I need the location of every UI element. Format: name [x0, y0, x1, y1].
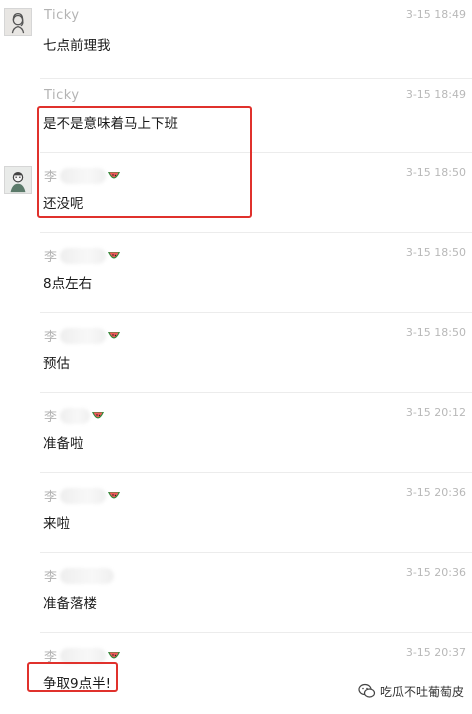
- timestamp: 3-15 20:36: [405, 566, 466, 579]
- divider: [40, 78, 472, 79]
- blurred-name: [59, 328, 106, 344]
- watermelon-icon: [107, 331, 121, 347]
- chat-message: 李 3-15 20:12 准备啦: [0, 392, 472, 472]
- sender-name: 李: [44, 326, 121, 347]
- sender-name: 李: [44, 406, 105, 427]
- message-text: 预估: [43, 356, 70, 372]
- divider: [40, 472, 472, 473]
- sender-name: 李: [44, 246, 121, 267]
- blurred-name: [59, 488, 106, 504]
- highlight-box: [37, 106, 252, 218]
- avatar[interactable]: [4, 166, 32, 194]
- male-avatar-icon: [5, 167, 31, 193]
- watermelon-icon: [91, 411, 105, 427]
- message-text: 七点前理我: [43, 38, 111, 54]
- timestamp: 3-15 18:50: [405, 166, 466, 179]
- timestamp: 3-15 18:50: [405, 326, 466, 339]
- message-text: 准备啦: [43, 436, 84, 452]
- watermelon-icon: [107, 491, 121, 507]
- chat-message: 李 3-15 18:50 预估: [0, 312, 472, 392]
- timestamp: 3-15 20:36: [405, 486, 466, 499]
- timestamp: 3-15 18:50: [405, 246, 466, 259]
- avatar[interactable]: [4, 8, 32, 36]
- watermark-text: 吃瓜不吐葡萄皮: [379, 684, 464, 699]
- watermark: 吃瓜不吐葡萄皮: [358, 682, 464, 700]
- divider: [40, 232, 472, 233]
- timestamp: 3-15 18:49: [405, 88, 466, 101]
- message-text: 来啦: [43, 516, 70, 532]
- watermelon-icon: [107, 251, 121, 267]
- chat-message: 李 3-15 20:36 来啦: [0, 472, 472, 552]
- divider: [40, 312, 472, 313]
- divider: [40, 632, 472, 633]
- blurred-name: [59, 408, 90, 424]
- chat-message: 李 3-15 18:50 8点左右: [0, 232, 472, 312]
- timestamp: 3-15 20:37: [405, 646, 466, 659]
- chat-message: 李 3-15 20:36 准备落楼: [0, 552, 472, 632]
- timestamp: 3-15 18:49: [405, 8, 466, 21]
- divider: [40, 392, 472, 393]
- female-avatar-icon: [5, 9, 31, 35]
- blurred-name: [59, 568, 114, 584]
- highlight-box: [27, 662, 118, 692]
- blurred-name: [59, 248, 106, 264]
- sender-name: Ticky: [44, 88, 80, 103]
- chat-message: Ticky 3-15 18:49 七点前理我: [0, 0, 472, 78]
- sender-name: 李: [44, 566, 114, 585]
- timestamp: 3-15 20:12: [405, 406, 466, 419]
- divider: [40, 552, 472, 553]
- message-text: 准备落楼: [43, 596, 97, 612]
- message-text: 8点左右: [43, 276, 93, 292]
- sender-name: 李: [44, 486, 121, 507]
- sender-name: Ticky: [44, 8, 80, 23]
- wechat-icon: [358, 683, 376, 698]
